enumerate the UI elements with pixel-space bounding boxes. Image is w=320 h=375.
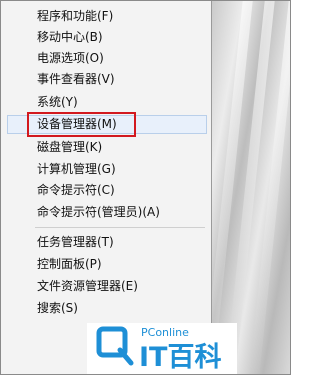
menu-item-search[interactable]: 搜索(S)	[7, 299, 207, 318]
menu-item-computer-management[interactable]: 计算机管理(G)	[7, 160, 207, 179]
menu-item-task-manager[interactable]: 任务管理器(T)	[7, 233, 207, 252]
watermark-brand-cn: IT百科	[139, 342, 221, 373]
watermark-brand-en: PConline	[141, 326, 189, 339]
menu-item-power-options[interactable]: 电源选项(O)	[7, 49, 207, 68]
menu-item-control-panel[interactable]: 控制面板(P)	[7, 255, 207, 274]
menu-item-event-viewer[interactable]: 事件查看器(V)	[7, 70, 207, 89]
menu-item-mobility-center[interactable]: 移动中心(B)	[7, 28, 207, 47]
screenshot-frame: 程序和功能(F) 移动中心(B) 电源选项(O) 事件查看器(V) 系统(Y) …	[0, 0, 291, 375]
menu-item-system[interactable]: 系统(Y)	[7, 93, 207, 112]
annotation-highlight-box	[27, 112, 136, 137]
magnifier-icon	[96, 326, 134, 366]
menu-separator	[35, 227, 205, 228]
menu-item-programs-features[interactable]: 程序和功能(F)	[7, 7, 207, 26]
menu-item-disk-management[interactable]: 磁盘管理(K)	[7, 138, 207, 157]
menu-item-command-prompt-admin[interactable]: 命令提示符(管理员)(A)	[7, 203, 207, 222]
pconline-watermark-logo: PConline IT百科	[96, 326, 221, 373]
menu-item-command-prompt[interactable]: 命令提示符(C)	[7, 181, 207, 200]
menu-item-file-explorer[interactable]: 文件资源管理器(E)	[7, 277, 207, 296]
